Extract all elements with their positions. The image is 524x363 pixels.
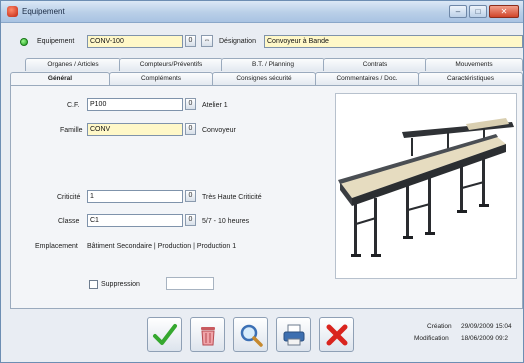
equipement-photo bbox=[335, 93, 517, 279]
app-icon bbox=[7, 6, 18, 17]
conveyor-main-section bbox=[338, 134, 506, 257]
trash-icon bbox=[200, 326, 215, 345]
cross-icon bbox=[326, 324, 347, 345]
tab-bt-planning[interactable]: B.T. / Planning bbox=[221, 58, 325, 71]
close-button[interactable]: ✕ bbox=[489, 5, 519, 18]
tab-contrats[interactable]: Contrats bbox=[323, 58, 427, 71]
classe-field[interactable]: C1 bbox=[87, 214, 183, 227]
tab-mouvements[interactable]: Mouvements bbox=[425, 58, 523, 71]
minimize-icon: – bbox=[455, 7, 461, 16]
maximize-icon: □ bbox=[475, 7, 481, 16]
cancel-button[interactable] bbox=[319, 317, 354, 352]
classe-picker-button[interactable]: 0 bbox=[185, 214, 196, 226]
delete-button[interactable] bbox=[190, 317, 225, 352]
equipement-link-button[interactable]: ⇔ bbox=[201, 35, 213, 47]
search-button[interactable] bbox=[233, 317, 268, 352]
suppression-date-field[interactable] bbox=[166, 277, 214, 290]
equipement-picker-button[interactable]: 0 bbox=[185, 35, 196, 47]
cf-label: C.F. bbox=[67, 102, 80, 109]
famille-field[interactable]: CONV bbox=[87, 123, 183, 136]
conveyor-illustration bbox=[338, 118, 514, 257]
window-controls: – □ ✕ bbox=[449, 5, 519, 18]
tab-caracteristiques[interactable]: Caractéristiques bbox=[418, 72, 523, 85]
emplacement-value: Bâtiment Secondaire | Production | Produ… bbox=[87, 243, 237, 250]
criticite-label: Criticité bbox=[57, 194, 81, 201]
title-bar: Equipement – □ ✕ bbox=[1, 1, 523, 23]
action-toolbar bbox=[147, 317, 354, 357]
modification-value: 18/06/2009 09:2 bbox=[461, 335, 508, 342]
creation-label: Création bbox=[427, 323, 452, 330]
modification-label: Modification bbox=[414, 335, 449, 342]
suppression-checkbox[interactable] bbox=[89, 280, 98, 289]
classe-description: 5/7 - 10 heures bbox=[202, 218, 250, 225]
cf-picker-button[interactable]: 0 bbox=[185, 98, 196, 110]
tab-consignes-securite[interactable]: Consignes sécurité bbox=[212, 72, 316, 85]
close-icon: ✕ bbox=[500, 7, 508, 16]
criticite-description: Très Haute Criticité bbox=[202, 194, 262, 201]
emplacement-label: Emplacement bbox=[35, 243, 78, 250]
minimize-button[interactable]: – bbox=[449, 5, 467, 18]
validate-button[interactable] bbox=[147, 317, 182, 352]
tab-organes-articles[interactable]: Organes / Articles bbox=[25, 58, 121, 71]
status-indicator bbox=[20, 38, 28, 46]
criticite-field[interactable]: 1 bbox=[87, 190, 183, 203]
famille-description: Convoyeur bbox=[202, 127, 236, 134]
check-icon bbox=[152, 323, 177, 345]
suppression-label: Suppression bbox=[101, 281, 140, 288]
equipement-label: Equipement bbox=[37, 38, 75, 45]
tab-general[interactable]: Général bbox=[10, 72, 110, 86]
maximize-button[interactable]: □ bbox=[469, 5, 487, 18]
tab-compteurs-preventifs[interactable]: Compteurs/Préventifs bbox=[119, 58, 223, 71]
print-button[interactable] bbox=[276, 317, 311, 352]
magnifier-icon bbox=[240, 324, 263, 347]
cf-field[interactable]: P100 bbox=[87, 98, 183, 111]
criticite-picker-button[interactable]: 0 bbox=[185, 190, 196, 202]
classe-label: Classe bbox=[58, 218, 80, 225]
creation-value: 29/09/2009 15:04 bbox=[461, 323, 512, 330]
window-title: Equipement bbox=[22, 7, 65, 16]
famille-picker-button[interactable]: 0 bbox=[185, 123, 196, 135]
printer-icon bbox=[283, 324, 304, 345]
designation-label: Désignation bbox=[219, 38, 256, 45]
famille-label: Famille bbox=[60, 127, 83, 134]
equipement-code-field[interactable]: CONV-100 bbox=[87, 35, 183, 48]
equipement-window: Equipement – □ ✕ Equipement CONV-100 0 ⇔… bbox=[0, 0, 524, 363]
cf-description: Atelier 1 bbox=[202, 102, 228, 109]
designation-field[interactable]: Convoyeur à Bande bbox=[264, 35, 523, 48]
tab-complements[interactable]: Compléments bbox=[109, 72, 213, 85]
tab-commentaires-doc[interactable]: Commentaires / Doc. bbox=[315, 72, 419, 85]
